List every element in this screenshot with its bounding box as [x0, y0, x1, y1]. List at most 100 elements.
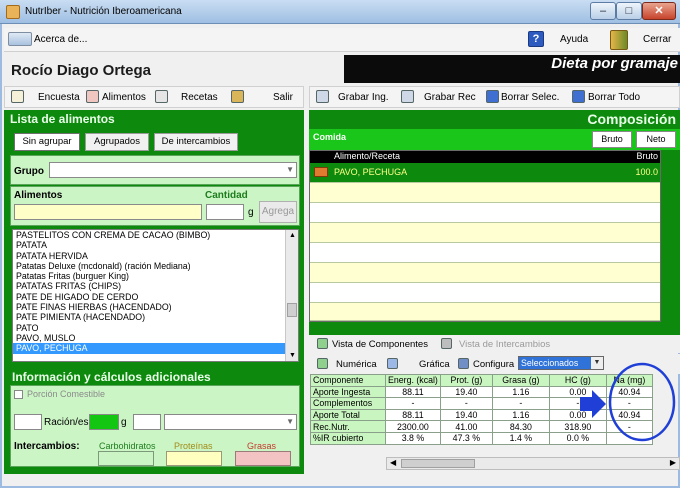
ration-dropdown[interactable]: ▼ — [164, 414, 297, 430]
edible-portion-checkbox[interactable] — [14, 390, 23, 399]
food-search-input[interactable] — [14, 204, 202, 220]
top-menubar: Acerca de... ? Ayuda Cerrar — [4, 28, 680, 52]
composition-title: Composición — [587, 111, 676, 127]
component-value-cell: 41.00 — [439, 420, 493, 433]
tab-components-view[interactable]: Vista de Componentes — [332, 339, 428, 350]
meal-grid-empty-row — [310, 263, 660, 283]
table-header-cell: Prot. (g) — [439, 374, 493, 387]
about-icon — [8, 32, 32, 46]
chevron-down-icon: ▼ — [286, 165, 294, 174]
food-list-item[interactable]: PATO — [13, 323, 298, 333]
food-list-item[interactable]: PATE FINAS HIERBAS (HACENDADO) — [13, 302, 298, 312]
fats-label: Grasas — [247, 441, 277, 451]
about-menu-item[interactable]: Acerca de... — [34, 34, 87, 45]
tab-exchanges-view[interactable]: Vista de Intercambios — [459, 339, 550, 350]
info-panel-title: Información y cálculos adicionales — [12, 370, 211, 384]
food-list-item[interactable]: PASTELITOS CON CREMA DE CACAO (BIMBO) — [13, 230, 298, 240]
grid-header-raw: Bruto — [636, 151, 658, 161]
component-value-cell: - — [491, 397, 550, 410]
component-value-cell: 2300.00 — [385, 420, 441, 433]
close-window-button[interactable]: ✕ — [642, 2, 676, 20]
window-titlebar: NutrIber - Nutrición Iberoamericana – □ … — [0, 0, 680, 24]
food-list-item[interactable]: PATATAS FRITAS (CHIPS) — [13, 281, 298, 291]
component-value-cell: 19.40 — [439, 385, 493, 399]
food-entry-area: Alimentos Cantidad g Agrega — [10, 186, 300, 226]
delete-selected-button[interactable]: Borrar Selec. — [501, 92, 559, 103]
group-filter-area: Grupo ▼ — [10, 155, 300, 185]
scroll-thumb[interactable] — [287, 303, 297, 317]
ration-grams-input[interactable] — [89, 414, 119, 430]
help-menu-item[interactable]: Ayuda — [560, 34, 588, 45]
patient-name-box: Rocío Diago Ortega — [4, 55, 344, 83]
delete-selected-icon — [486, 90, 499, 103]
food-list-item[interactable]: PATE PIMIENTA (HACENDADO) — [13, 312, 298, 322]
graphic-button[interactable]: Gráfica — [419, 359, 450, 370]
meal-grid-row[interactable]: PAVO, PECHUGA 100.0 — [310, 163, 660, 183]
add-food-button[interactable]: Agrega — [259, 201, 297, 223]
maximize-button[interactable]: □ — [616, 2, 642, 20]
configure-button[interactable]: Configura — [473, 359, 514, 370]
numeric-button[interactable]: Numérica — [336, 359, 377, 370]
highlight-ellipse — [608, 362, 676, 442]
save-recipe-button[interactable]: Grabar Rec — [424, 92, 476, 103]
minimize-button[interactable]: – — [590, 2, 616, 20]
save-ingredient-button[interactable]: Grabar Ing. — [338, 92, 389, 103]
recipes-icon — [155, 90, 168, 103]
grid-header-food: Alimento/Receta — [334, 151, 401, 161]
food-list-item[interactable]: PATATA HERVIDA — [13, 251, 298, 261]
table-header-cell: Grasa (g) — [491, 374, 550, 387]
info-panel: Porción Comestible Ración/es g ▼ Interca… — [10, 385, 300, 467]
table-view-icon — [317, 338, 328, 349]
tab-ungrouped[interactable]: Sin agrupar — [14, 133, 80, 151]
quantity-input[interactable] — [206, 204, 244, 220]
food-list-item[interactable]: Patatas Deluxe (mcdonald) (ración Median… — [13, 261, 298, 271]
edible-portion-label: Porción Comestible — [27, 389, 106, 399]
close-menu-item[interactable]: Cerrar — [643, 34, 671, 45]
food-list[interactable]: PASTELITOS CON CREMA DE CACAO (BIMBO) PAT… — [12, 229, 299, 362]
survey-icon — [11, 90, 24, 103]
recipes-button[interactable]: Recetas — [181, 92, 218, 103]
food-list-rows: PASTELITOS CON CREMA DE CACAO (BIMBO) PAT… — [13, 230, 298, 354]
foods-button[interactable]: Alimentos — [102, 92, 146, 103]
delete-all-button[interactable]: Borrar Todo — [588, 92, 640, 103]
tab-grouped[interactable]: Agrupados — [85, 133, 149, 151]
raw-toggle-button[interactable]: Bruto — [592, 131, 632, 148]
ration-label: Ración/es — [44, 417, 89, 428]
ration-count-input[interactable] — [14, 414, 42, 430]
meal-grid-scrollbar[interactable] — [661, 150, 680, 322]
hscroll-thumb[interactable] — [401, 459, 475, 468]
component-value-cell: 1.16 — [491, 408, 550, 422]
component-name-cell: Aporte Total — [310, 408, 386, 422]
exchanges-view-icon — [441, 338, 452, 349]
exit-button[interactable]: Salir — [273, 92, 293, 103]
quantity-unit: g — [248, 207, 254, 218]
food-list-item[interactable]: PATATA — [13, 240, 298, 250]
help-icon: ? — [528, 31, 544, 47]
food-list-scrollbar[interactable]: ▲ ▼ — [285, 230, 298, 361]
carbs-label: Carbohidratos — [99, 441, 156, 451]
grid-row-food: PAVO, PECHUGA — [334, 167, 408, 177]
net-toggle-button[interactable]: Neto — [636, 131, 676, 148]
grid-row-raw: 100.0 — [635, 167, 658, 177]
save-ing-icon — [316, 90, 329, 103]
configure-icon — [458, 358, 469, 369]
left-toolbar: Encuesta Alimentos Recetas Salir — [4, 86, 304, 108]
component-value-cell: - — [385, 397, 441, 410]
food-list-item[interactable]: PATE DE HIGADO DE CERDO — [13, 292, 298, 302]
component-name-cell: Aporte Ingesta — [310, 385, 386, 399]
component-value-cell: 1.4 % — [491, 431, 550, 445]
food-list-item[interactable]: PAVO, PECHUGA — [13, 343, 298, 354]
tab-exchanges[interactable]: De intercambios — [154, 133, 238, 151]
component-value-cell: 47.3 % — [439, 431, 493, 445]
foods-panel-title: Lista de alimentos — [10, 112, 115, 126]
scroll-down-icon: ▼ — [289, 352, 296, 359]
component-value-cell: 88.11 — [385, 385, 441, 399]
component-view-tabs: Vista de Componentes Vista de Intercambi… — [309, 335, 680, 353]
proteins-label: Proteínas — [174, 441, 213, 451]
chart-icon — [387, 358, 398, 369]
food-list-item[interactable]: PAVO, MUSLO — [13, 333, 298, 343]
group-dropdown[interactable]: ▼ — [49, 162, 297, 178]
ration-input-2[interactable] — [133, 414, 161, 430]
survey-button[interactable]: Encuesta — [38, 92, 80, 103]
food-list-item[interactable]: Patatas Fritas (burguer King) — [13, 271, 298, 281]
